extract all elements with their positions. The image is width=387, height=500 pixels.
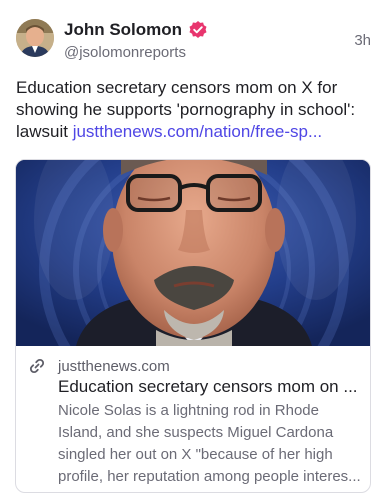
post-link[interactable]: justthenews.com/nation/free-sp... [73, 122, 322, 141]
post-body: Education secretary censors mom on X for… [16, 77, 376, 143]
post-header: John Solomon @jsolomonreports 3h [16, 19, 371, 63]
link-preview-card[interactable]: justthenews.com Education secretary cens… [15, 159, 371, 493]
post-timestamp[interactable]: 3h [354, 32, 371, 49]
link-meta: justthenews.com Education secretary cens… [16, 346, 370, 492]
display-name[interactable]: John Solomon [64, 20, 182, 40]
link-icon [28, 357, 46, 375]
link-description: Nicole Solas is a lightning rod in Rhode… [58, 402, 361, 485]
avatar[interactable] [16, 19, 54, 57]
name-row: John Solomon [64, 20, 208, 40]
link-title[interactable]: Education secretary censors mom on ... [58, 376, 362, 398]
author-handle[interactable]: @jsolomonreports [64, 44, 186, 62]
verified-badge-icon [188, 20, 208, 40]
link-domain: justthenews.com [58, 358, 170, 375]
preview-image[interactable] [16, 160, 370, 346]
preview-photo-icon [16, 160, 370, 346]
avatar-photo-icon [16, 19, 54, 57]
post-card[interactable]: John Solomon @jsolomonreports 3h Educati… [0, 0, 387, 500]
